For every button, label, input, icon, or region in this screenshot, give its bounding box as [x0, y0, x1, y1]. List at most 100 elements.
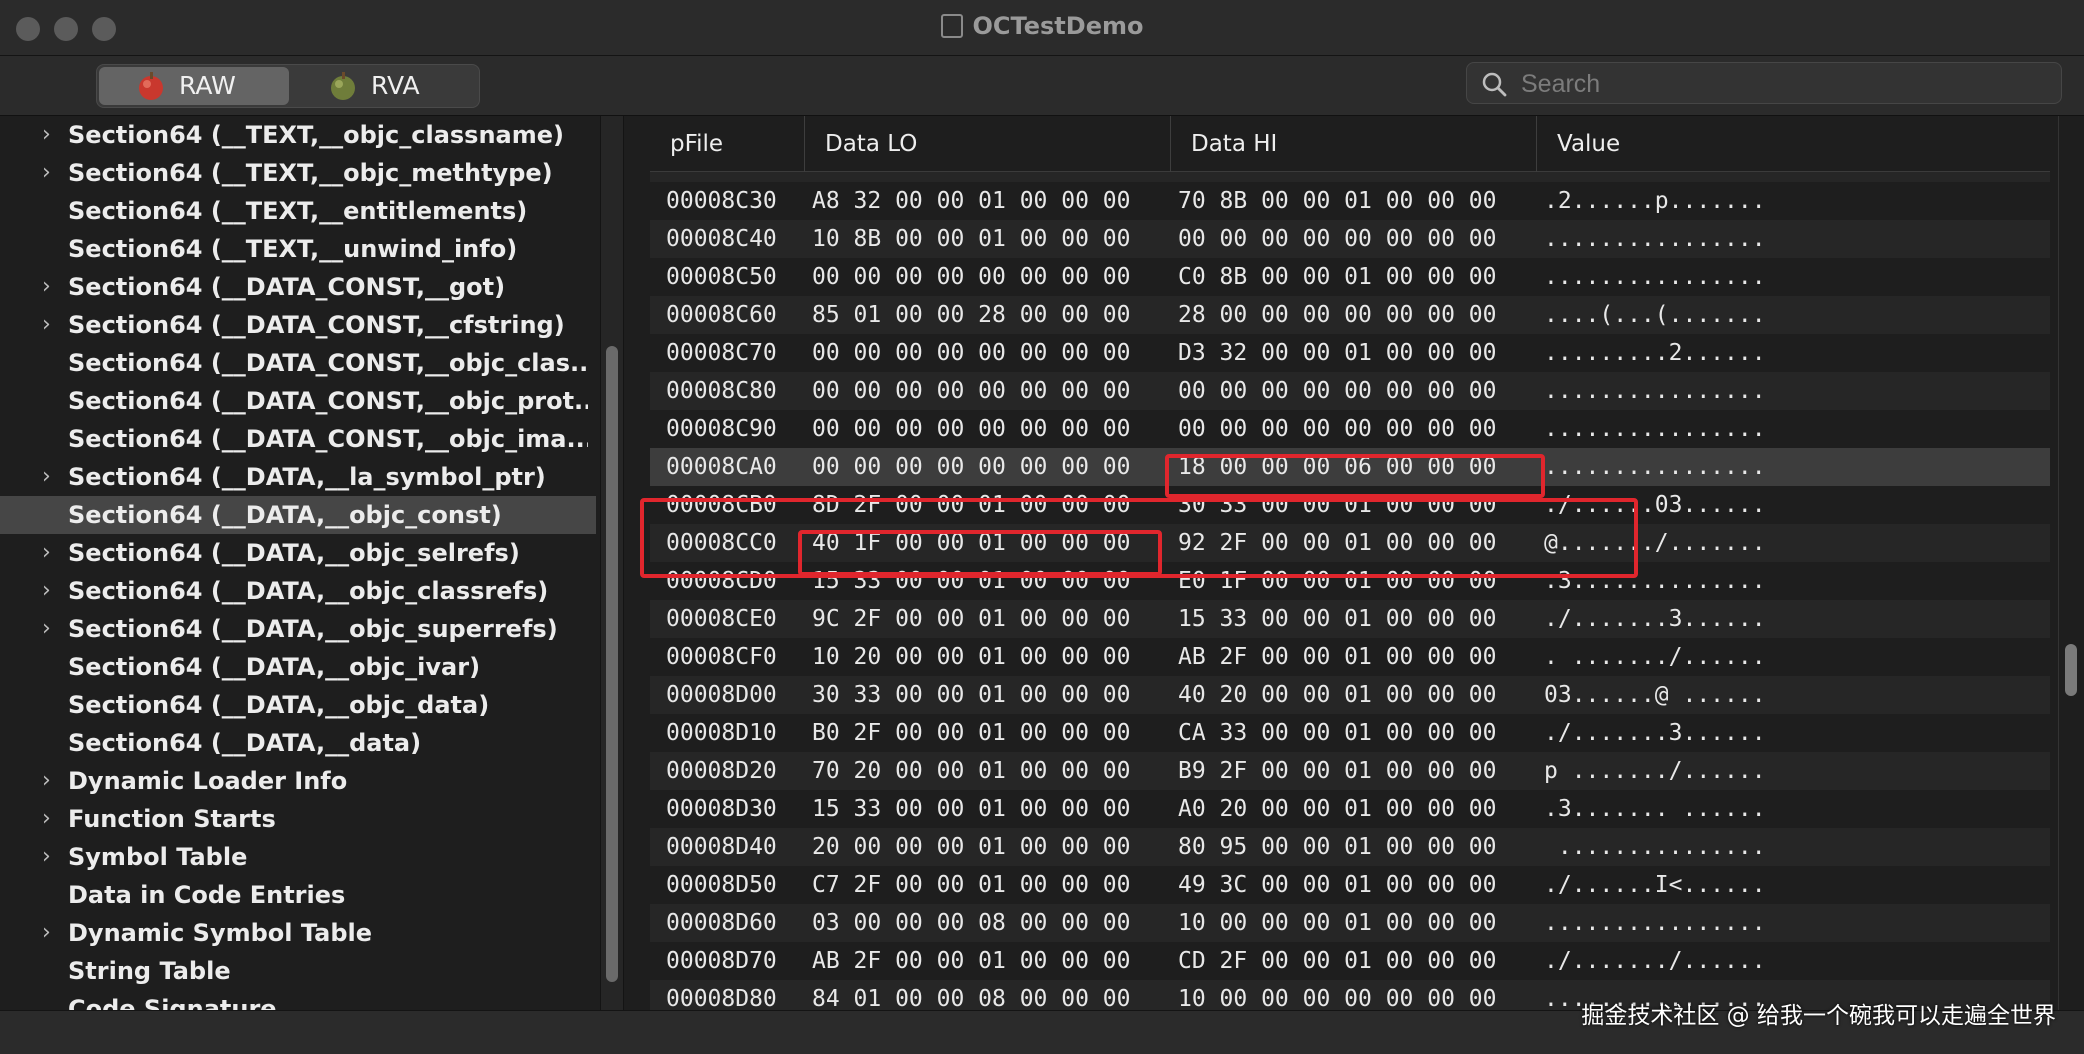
- chevron-right-icon[interactable]: ›: [42, 800, 56, 838]
- sidebar-item[interactable]: › Symbol Table: [0, 838, 596, 876]
- cell-pfile: 00008CF0: [666, 644, 777, 670]
- column-header-pfile[interactable]: pFile: [650, 116, 804, 172]
- sidebar-item-label: Section64 (__DATA,__la_symbol_ptr): [68, 463, 546, 491]
- chevron-right-icon[interactable]: ›: [42, 154, 56, 192]
- sidebar-item[interactable]: Section64 (__DATA,__objc_ivar): [0, 648, 596, 686]
- sidebar-scrollbar[interactable]: [600, 116, 624, 1010]
- cell-pfile: 00008C80: [666, 378, 777, 404]
- table-scrollbar[interactable]: [2058, 116, 2084, 1010]
- sidebar-scroll-thumb[interactable]: [606, 346, 618, 982]
- sidebar-item[interactable]: › Dynamic Loader Info: [0, 762, 596, 800]
- sidebar-item[interactable]: › Section64 (__DATA,__objc_classrefs): [0, 572, 596, 610]
- table-row[interactable]: 00008C50 00 00 00 00 00 00 00 00 C0 8B 00 …: [650, 258, 2050, 296]
- cell-data-hi: 28 00 00 00 00 00 00 00: [1178, 302, 1497, 328]
- chevron-right-icon[interactable]: ›: [42, 116, 56, 154]
- table-row[interactable]: 00008C70 00 00 00 00 00 00 00 00 D3 32 00 …: [650, 334, 2050, 372]
- chevron-right-icon[interactable]: ›: [42, 306, 56, 344]
- table-row[interactable]: 00008CE0 9C 2F 00 00 01 00 00 00 15 33 00 …: [650, 600, 2050, 638]
- cell-data-hi: 80 95 00 00 01 00 00 00: [1178, 834, 1497, 860]
- table-row[interactable]: 00008C20 08 00 00 00 00 00 00 00 00 00 00 …: [650, 172, 2050, 182]
- sidebar-item[interactable]: Section64 (__DATA,__data): [0, 724, 596, 762]
- sidebar-item[interactable]: Section64 (__TEXT,__entitlements): [0, 192, 596, 230]
- cell-pfile: 00008D00: [666, 682, 777, 708]
- cell-data-lo: 10 8B 00 00 01 00 00 00: [812, 226, 1131, 252]
- sidebar-item[interactable]: › Section64 (__DATA,__objc_superrefs): [0, 610, 596, 648]
- table-row[interactable]: 00008D50 C7 2F 00 00 01 00 00 00 49 3C 00 …: [650, 866, 2050, 904]
- cell-data-lo: 08 00 00 00 00 00 00 00: [812, 172, 1131, 182]
- search-input[interactable]: [1519, 67, 2043, 101]
- sidebar-item-label: Section64 (__DATA,__objc_superrefs): [68, 615, 558, 643]
- sidebar-item[interactable]: Data in Code Entries: [0, 876, 596, 914]
- sidebar-item-label: Section64 (__DATA_CONST,__objc_clas...: [68, 349, 588, 377]
- raw-mode-button[interactable]: RAW: [99, 67, 289, 105]
- chevron-right-icon[interactable]: ›: [42, 534, 56, 572]
- cell-pfile: 00008C40: [666, 226, 777, 252]
- chevron-right-icon[interactable]: ›: [42, 268, 56, 306]
- sidebar-item[interactable]: › Dynamic Symbol Table: [0, 914, 596, 952]
- cell-pfile: 00008D10: [666, 720, 777, 746]
- cell-data-lo: 30 33 00 00 01 00 00 00: [812, 682, 1131, 708]
- column-header-data-lo[interactable]: Data LO: [804, 116, 1170, 172]
- window-title: OCTestDemo: [972, 12, 1144, 40]
- column-header-data-hi[interactable]: Data HI: [1170, 116, 1536, 172]
- raw-mode-label: RAW: [179, 71, 236, 100]
- table-row[interactable]: 00008D20 70 20 00 00 01 00 00 00 B9 2F 00 …: [650, 752, 2050, 790]
- sidebar-item-label: Section64 (__TEXT,__unwind_info): [68, 235, 518, 263]
- sidebar-item-label: Section64 (__DATA,__objc_classrefs): [68, 577, 549, 605]
- table-scroll-thumb[interactable]: [2065, 644, 2077, 696]
- column-header-value[interactable]: Value: [1536, 116, 2050, 172]
- sidebar-item[interactable]: Section64 (__DATA,__objc_const): [0, 496, 596, 534]
- sidebar-item[interactable]: Section64 (__DATA_CONST,__objc_ima...: [0, 420, 596, 458]
- cell-pfile: 00008D20: [666, 758, 777, 784]
- sidebar-item[interactable]: › Function Starts: [0, 800, 596, 838]
- cell-data-hi: B9 2F 00 00 01 00 00 00: [1178, 758, 1497, 784]
- chevron-right-icon[interactable]: ›: [42, 610, 56, 648]
- cell-data-lo: 20 00 00 00 01 00 00 00: [812, 834, 1131, 860]
- table-row[interactable]: 00008D30 15 33 00 00 01 00 00 00 A0 20 00 …: [650, 790, 2050, 828]
- chevron-right-icon[interactable]: ›: [42, 458, 56, 496]
- sidebar-item[interactable]: Section64 (__DATA_CONST,__objc_prot...: [0, 382, 596, 420]
- table-row[interactable]: 00008D70 AB 2F 00 00 01 00 00 00 CD 2F 00 …: [650, 942, 2050, 980]
- chevron-right-icon[interactable]: ›: [42, 762, 56, 800]
- cell-pfile: 00008D50: [666, 872, 777, 898]
- cell-pfile: 00008D80: [666, 986, 777, 1010]
- sidebar-item-label: Section64 (__DATA,__data): [68, 729, 422, 757]
- sidebar-item[interactable]: Section64 (__DATA,__objc_data): [0, 686, 596, 724]
- cell-data-hi: 15 33 00 00 01 00 00 00: [1178, 606, 1497, 632]
- chevron-right-icon[interactable]: ›: [42, 572, 56, 610]
- table-row[interactable]: 00008C80 00 00 00 00 00 00 00 00 00 00 00 …: [650, 372, 2050, 410]
- rva-mode-button[interactable]: RVA: [291, 67, 477, 105]
- table-row[interactable]: 00008C60 85 01 00 00 28 00 00 00 28 00 00 …: [650, 296, 2050, 334]
- cell-data-lo: 00 00 00 00 00 00 00 00: [812, 340, 1131, 366]
- sidebar-item[interactable]: › Section64 (__TEXT,__objc_classname): [0, 116, 596, 154]
- sidebar-item[interactable]: › Section64 (__DATA_CONST,__cfstring): [0, 306, 596, 344]
- sidebar-item[interactable]: › Section64 (__TEXT,__objc_methtype): [0, 154, 596, 192]
- cell-data-hi: 00 00 00 00 00 00 00 00: [1178, 172, 1497, 182]
- sidebar-item[interactable]: › Section64 (__DATA,__objc_selrefs): [0, 534, 596, 572]
- sidebar-item-label: Section64 (__DATA,__objc_selrefs): [68, 539, 520, 567]
- search-field[interactable]: [1466, 62, 2062, 104]
- cell-value: ................: [1544, 910, 1766, 936]
- cell-data-hi: 00 00 00 00 00 00 00 00: [1178, 416, 1497, 442]
- table-row[interactable]: 00008C30 A8 32 00 00 01 00 00 00 70 8B 00 …: [650, 182, 2050, 220]
- table-row[interactable]: 00008D40 20 00 00 00 01 00 00 00 80 95 00 …: [650, 828, 2050, 866]
- table-row[interactable]: 00008D60 03 00 00 00 08 00 00 00 10 00 00 …: [650, 904, 2050, 942]
- cell-pfile: 00008CA0: [666, 454, 777, 480]
- table-row[interactable]: 00008CF0 10 20 00 00 01 00 00 00 AB 2F 00 …: [650, 638, 2050, 676]
- chevron-right-icon[interactable]: ›: [42, 838, 56, 876]
- table-row[interactable]: 00008C90 00 00 00 00 00 00 00 00 00 00 00 …: [650, 410, 2050, 448]
- table-row[interactable]: 00008D00 30 33 00 00 01 00 00 00 40 20 00 …: [650, 676, 2050, 714]
- sidebar-item[interactable]: Section64 (__DATA_CONST,__objc_clas...: [0, 344, 596, 382]
- chevron-right-icon[interactable]: ›: [42, 914, 56, 952]
- cell-data-lo: 03 00 00 00 08 00 00 00: [812, 910, 1131, 936]
- sidebar-item[interactable]: › Section64 (__DATA_CONST,__got): [0, 268, 596, 306]
- sidebar-item[interactable]: Code Signature: [0, 990, 596, 1010]
- sidebar-item[interactable]: String Table: [0, 952, 596, 990]
- cell-pfile: 00008C90: [666, 416, 777, 442]
- table-row[interactable]: 00008D10 B0 2F 00 00 01 00 00 00 CA 33 00 …: [650, 714, 2050, 752]
- sidebar-item[interactable]: › Section64 (__DATA,__la_symbol_ptr): [0, 458, 596, 496]
- sidebar-item[interactable]: Section64 (__TEXT,__unwind_info): [0, 230, 596, 268]
- cell-value: 03......@ ......: [1544, 682, 1766, 708]
- table-row[interactable]: 00008C40 10 8B 00 00 01 00 00 00 00 00 00 …: [650, 220, 2050, 258]
- cell-data-lo: AB 2F 00 00 01 00 00 00: [812, 948, 1131, 974]
